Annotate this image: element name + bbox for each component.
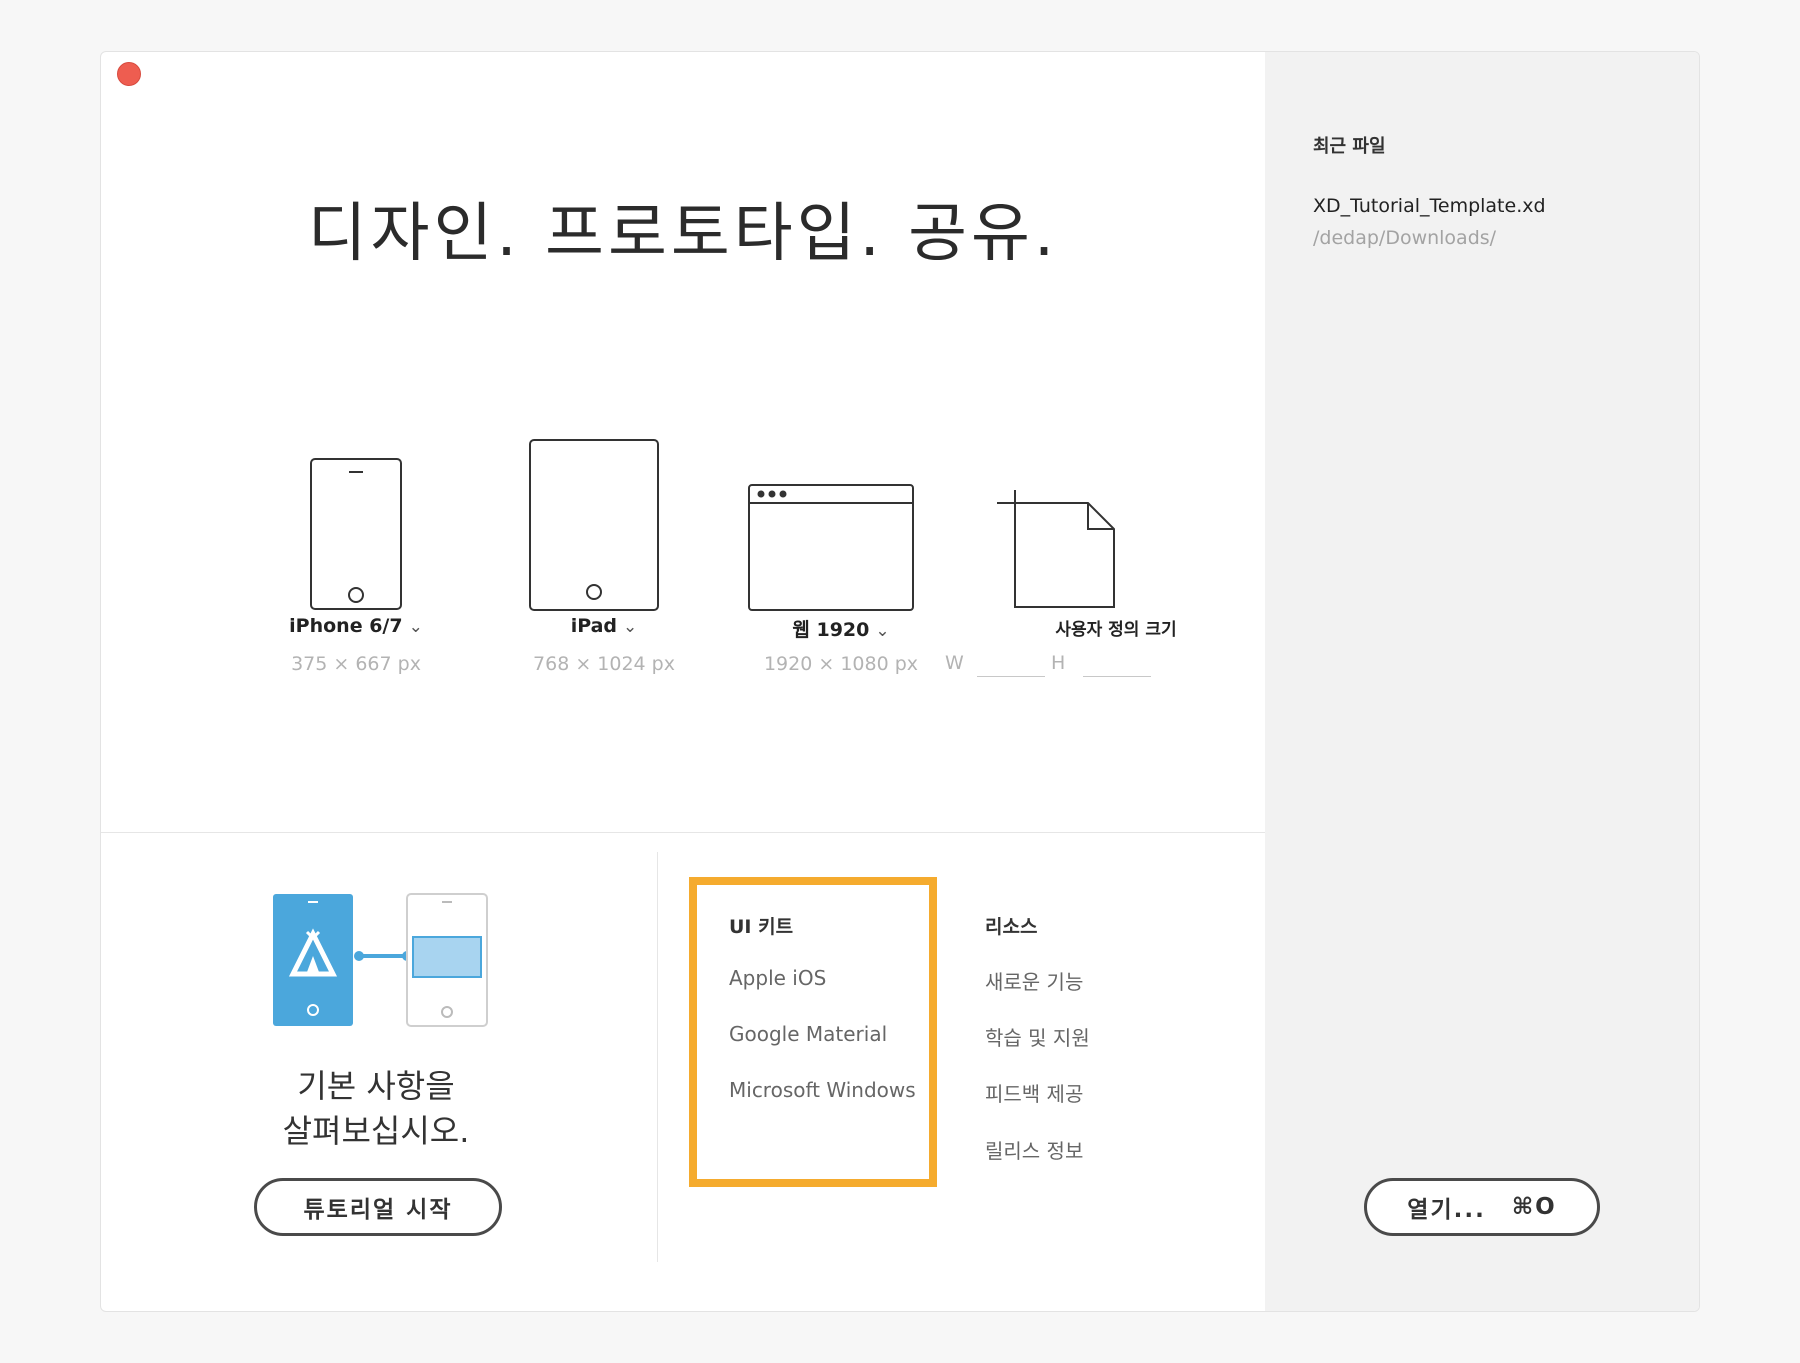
recent-files-title: 최근 파일 [1313,136,1386,157]
custom-width-input[interactable] [977,676,1045,677]
ui-kit-apple-ios[interactable]: Apple iOS [729,966,826,990]
ui-kit-google-material[interactable]: Google Material [729,1022,887,1046]
ui-kit-microsoft-windows[interactable]: Microsoft Windows [729,1078,916,1102]
ui-kits-title: UI 키트 [729,916,794,938]
tutorial-illustration [273,893,488,1027]
resource-release-notes[interactable]: 릴리스 정보 [985,1135,1083,1164]
horizontal-divider [101,832,1265,833]
preset-ipad[interactable] [494,392,694,632]
tutorial-text: 기본 사항을 살펴보십시오. [101,1064,651,1154]
browser-window-icon [748,484,914,611]
iphone-icon [310,458,402,610]
open-button-shortcut: ⌘O [1511,1194,1557,1220]
resource-learn-support[interactable]: 학습 및 지원 [985,1022,1090,1051]
preset-ipad-label: iPad [570,615,618,637]
resource-feedback[interactable]: 피드백 제공 [985,1078,1083,1107]
ipad-icon [529,439,659,611]
chevron-down-icon: ⌄ [875,621,890,641]
custom-width-label: W [945,652,964,674]
preset-iphone-size: 375 × 667 px [291,653,421,675]
headline: 디자인. 프로토타입. 공유. [307,197,1059,271]
vertical-divider [657,852,658,1262]
resources-title: 리소스 [985,916,1038,938]
start-screen-window: 디자인. 프로토타입. 공유. iPhone 6/7 ⌄ 375 × 667 px… [100,51,1700,1312]
preset-iphone-label: iPhone 6/7 [289,615,403,637]
recent-file-path: /dedap/Downloads/ [1313,227,1497,249]
preset-web-name[interactable]: 웹 1920 ⌄ [721,615,961,642]
chevron-down-icon: ⌄ [408,617,423,637]
preset-ipad-size: 768 × 1024 px [533,653,675,675]
preset-web-label: 웹 1920 [792,619,870,641]
preset-web-size: 1920 × 1080 px [763,653,919,675]
chevron-down-icon: ⌄ [623,617,638,637]
preset-iphone[interactable] [256,392,456,632]
close-icon[interactable] [117,62,141,86]
preset-web[interactable] [721,392,941,632]
preset-custom [981,392,1201,632]
tutorial-text-line2: 살펴보십시오. [282,1112,470,1150]
custom-size-title: 사용자 정의 크기 [1055,620,1177,640]
open-button-label: 열기... [1407,1197,1486,1223]
open-button[interactable]: 열기... ⌘O [1364,1178,1600,1236]
start-tutorial-button[interactable]: 튜토리얼 시작 [254,1178,502,1236]
custom-height-label: H [1051,652,1066,674]
recent-file-name[interactable]: XD_Tutorial_Template.xd [1313,195,1546,217]
custom-size-icon [997,490,1115,608]
tutorial-text-line1: 기본 사항을 [297,1067,455,1105]
custom-height-input[interactable] [1083,676,1151,677]
resource-whats-new[interactable]: 새로운 기능 [985,966,1083,995]
preset-ipad-name[interactable]: iPad ⌄ [494,615,714,637]
preset-iphone-name[interactable]: iPhone 6/7 ⌄ [256,615,456,637]
